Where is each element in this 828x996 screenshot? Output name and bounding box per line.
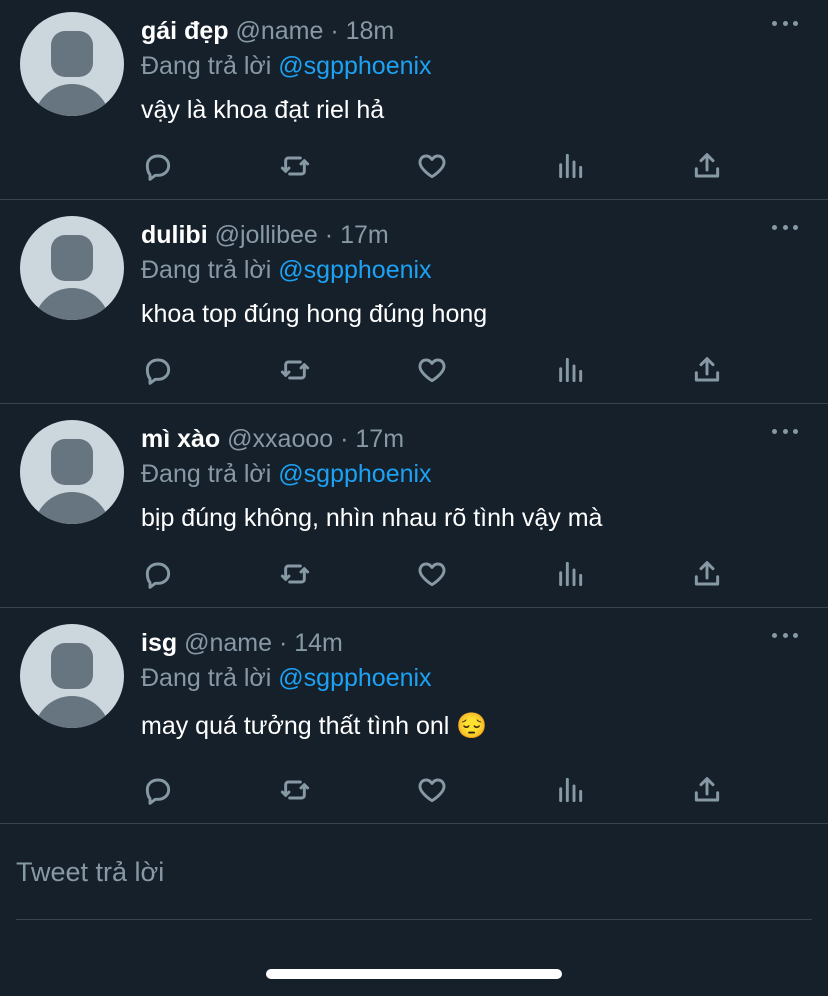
analytics-icon (559, 777, 583, 803)
share-icon (694, 561, 720, 586)
like-icon (418, 562, 446, 587)
tweet-text: vậy là khoa đạt riel hả (141, 96, 385, 124)
more-icon[interactable] (772, 630, 798, 640)
separator-dot: · (340, 425, 349, 453)
tweet-item[interactable]: gái đẹp @name · 18m Đang trả lời @sgppho… (0, 0, 828, 200)
tweet-text: bịp đúng không, nhìn nhau rõ tình vậy mà (141, 504, 603, 532)
share-button[interactable] (689, 556, 725, 592)
author-handle[interactable]: @jollibee (215, 221, 318, 249)
reply-prefix: Đang trả lời (141, 460, 272, 488)
home-indicator[interactable] (266, 969, 562, 979)
like-icon (418, 778, 446, 803)
timestamp[interactable]: 14m (294, 629, 343, 657)
like-button[interactable] (414, 556, 450, 592)
tweet-header: isg @name · 14m (141, 626, 343, 660)
tweet-item[interactable]: mì xào @xxaooo · 17m Đang trả lời @sgpph… (0, 408, 828, 608)
retweet-icon (280, 360, 310, 380)
tweet-item[interactable]: isg @name · 14m Đang trả lời @sgpphoenix… (0, 612, 828, 824)
reply-input[interactable] (16, 846, 812, 898)
share-icon (694, 357, 720, 382)
share-icon (694, 777, 720, 802)
reply-mention-link[interactable]: @sgpphoenix (278, 52, 431, 80)
reply-button[interactable] (140, 148, 176, 184)
like-button[interactable] (414, 352, 450, 388)
separator-dot: · (330, 17, 339, 45)
tweet-text: may quá tưởng thất tình onl 😔 (141, 712, 488, 740)
reply-icon (145, 154, 171, 181)
like-icon (418, 358, 446, 383)
reply-composer (16, 846, 812, 920)
reply-icon (145, 778, 171, 805)
reply-context: Đang trả lời @sgpphoenix (141, 253, 432, 287)
retweet-button[interactable] (277, 556, 313, 592)
avatar[interactable] (20, 420, 124, 524)
reply-icon (145, 562, 171, 589)
reply-prefix: Đang trả lời (141, 52, 272, 80)
reply-mention-link[interactable]: @sgpphoenix (278, 460, 431, 488)
more-icon[interactable] (772, 426, 798, 436)
share-button[interactable] (689, 352, 725, 388)
author-handle[interactable]: @name (184, 629, 272, 657)
separator-dot: · (278, 629, 288, 657)
more-icon[interactable] (772, 222, 798, 232)
share-button[interactable] (689, 148, 725, 184)
avatar[interactable] (20, 624, 124, 728)
tweet-header: mì xào @xxaooo · 17m (141, 422, 404, 456)
retweet-button[interactable] (277, 352, 313, 388)
reply-mention-link[interactable]: @sgpphoenix (278, 256, 431, 284)
reply-context: Đang trả lời @sgpphoenix (141, 457, 432, 491)
analytics-icon (559, 561, 583, 587)
retweet-icon (280, 156, 310, 176)
reply-mention-link[interactable]: @sgpphoenix (278, 664, 431, 692)
like-button[interactable] (414, 148, 450, 184)
analytics-button[interactable] (552, 772, 588, 808)
separator-dot: · (324, 221, 334, 249)
reply-button[interactable] (140, 556, 176, 592)
tweet-header: dulibi @jollibee · 17m (141, 218, 389, 252)
analytics-button[interactable] (552, 148, 588, 184)
author-handle[interactable]: @name (235, 17, 323, 45)
like-button[interactable] (414, 772, 450, 808)
retweet-button[interactable] (277, 772, 313, 808)
share-button[interactable] (689, 772, 725, 808)
avatar[interactable] (20, 216, 124, 320)
timestamp[interactable]: 17m (355, 425, 404, 453)
like-icon (418, 154, 446, 179)
reply-context: Đang trả lời @sgpphoenix (141, 49, 432, 83)
reply-icon (145, 358, 171, 385)
analytics-button[interactable] (552, 352, 588, 388)
author-name[interactable]: gái đẹp (141, 17, 229, 45)
analytics-icon (559, 153, 583, 179)
author-handle[interactable]: @xxaooo (227, 425, 333, 453)
author-name[interactable]: isg (141, 629, 177, 657)
tweet-header: gái đẹp @name · 18m (141, 14, 394, 48)
reply-prefix: Đang trả lời (141, 256, 272, 284)
retweet-icon (280, 564, 310, 584)
reply-button[interactable] (140, 772, 176, 808)
more-icon[interactable] (772, 18, 798, 28)
timestamp[interactable]: 17m (340, 221, 389, 249)
analytics-button[interactable] (552, 556, 588, 592)
tweet-item[interactable]: dulibi @jollibee · 17m Đang trả lời @sgp… (0, 204, 828, 404)
analytics-icon (559, 357, 583, 383)
author-name[interactable]: dulibi (141, 221, 208, 249)
reply-context: Đang trả lời @sgpphoenix (141, 661, 432, 695)
tweet-text: khoa top đúng hong đúng hong (141, 300, 488, 328)
retweet-button[interactable] (277, 148, 313, 184)
avatar[interactable] (20, 12, 124, 116)
retweet-icon (280, 780, 310, 800)
reply-prefix: Đang trả lời (141, 664, 272, 692)
timestamp[interactable]: 18m (346, 17, 395, 45)
reply-button[interactable] (140, 352, 176, 388)
author-name[interactable]: mì xào (141, 425, 220, 453)
share-icon (694, 153, 720, 178)
